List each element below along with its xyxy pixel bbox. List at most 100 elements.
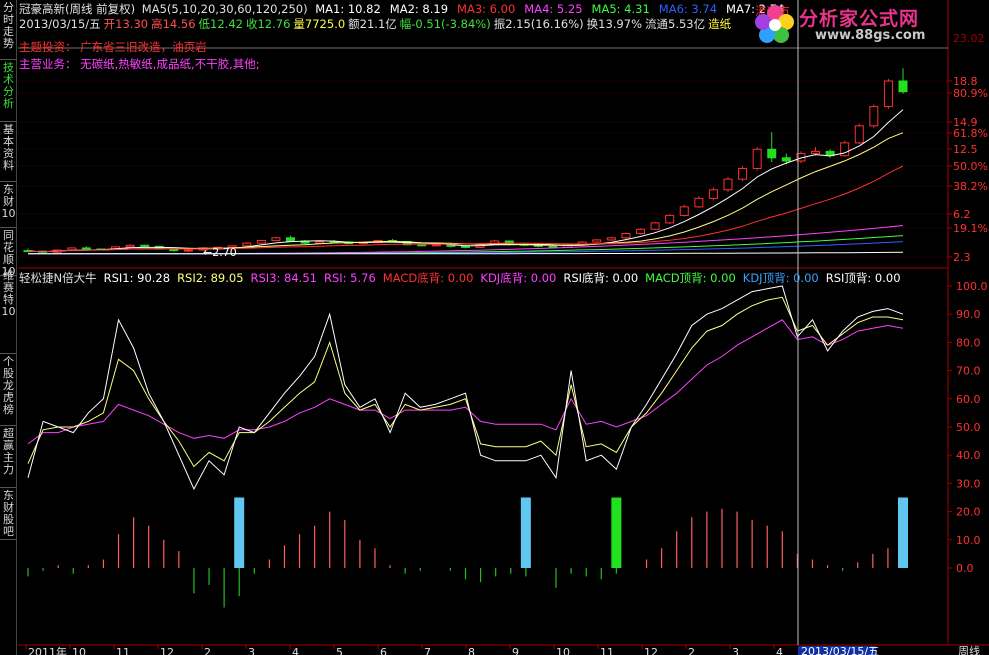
indicator-field-1: RSI1: 90.28 [103,271,171,285]
business-label: 主营业务： [19,57,77,71]
sidebar-tab-8[interactable]: 东财股吧 [0,488,17,540]
sidebar-tab-2[interactable]: 基本资料 [0,122,17,182]
date-label: 4 [292,646,299,655]
price-axis-label: 2.3 [953,251,971,264]
sidebar: 分时走势 技术分析 基本资料 东财10 同花顺10 维赛特10 个股龙虎榜 超赢主力 东财股吧 [0,0,17,655]
osc-axis-label: 50.0 [956,421,981,434]
indicator-field-3: RSI3: 84.51 [250,271,317,285]
candle-body [883,80,893,108]
theme-value: 广东省三旧改造，油页岩 [80,40,207,54]
ma-line-5 [28,235,904,255]
crosshair-date: 2013/03/15/五 [801,645,879,655]
osc-axis-label: 60.0 [956,393,981,406]
quote-field-8: 振2.15(16.16%) [493,17,584,31]
date-label: 2011年 [28,645,67,655]
candle-body [723,178,733,191]
indicator-field-9: KDJ顶背: 0.00 [742,271,819,285]
sidebar-tab-1[interactable]: 技术分析 [0,60,17,122]
quote-field-7: 幅-0.51(-3.84%) [399,17,491,31]
logo-title: 分析家公式网 [799,8,920,30]
indicator-field-10: RSI顶背: 0.00 [825,271,901,285]
date-label: 11 [600,646,614,655]
rsi3-line [27,319,904,445]
quote-line: 2013/03/15/五 开13.30 高14.56 低12.42 收12.76 量772… [19,17,734,31]
candle-body [286,237,295,242]
candle-body [140,244,150,247]
sidebar-tab-7[interactable]: 超赢主力 [0,426,17,488]
signal-bar-blue [898,497,908,568]
osc-axis-label: 90.0 [956,308,981,321]
candle-body [271,237,281,241]
price-axis-label: 61.8% [953,127,988,140]
signal-bar-blue [520,497,531,568]
ma-line-4 [28,225,904,255]
candle-body [650,222,660,230]
flower-icon [755,5,794,43]
sidebar-tab-0[interactable]: 分时走势 [0,0,17,60]
indicator-field-4: RSI: 5.76 [323,271,376,285]
quote-field-2: 高14.56 [151,17,196,31]
signal-bar-blue [234,497,245,568]
candle-body [781,157,791,162]
candle-body [854,125,864,144]
candle-body [242,242,252,247]
candle-body [431,244,441,247]
candle-body [767,148,777,159]
indicator-field-2: RSI2: 89.05 [177,271,244,285]
kline-chart[interactable]: 18.880.9%14.961.8%12.550.0%38.2%6.219.1%… [18,0,989,655]
date-label: 2 [204,646,211,655]
sidebar-tab-6[interactable]: 个股龙虎榜 [0,354,17,426]
ma-value-3: MA3: 6.00 [457,2,516,16]
date-label: 12 [160,646,174,655]
osc-axis-label: 40.0 [956,449,981,462]
osc-axis-label: 80.0 [956,336,981,349]
date-label: 5 [336,646,343,655]
indicator-field-8: MACD顶背: 0.00 [645,271,736,285]
date-label: 6 [380,646,387,655]
rsi1-line [27,285,904,491]
quote-field-1: 开13.30 [103,17,149,31]
date-label: 2 [688,646,695,655]
signal-bar-green [611,497,622,568]
date-label: 9 [512,646,519,655]
date-label: 3 [732,646,739,655]
osc-axis-label: 100.0 [956,280,988,293]
price-axis-label: 38.2% [953,180,988,193]
theme-label: 主题投资： [19,40,77,54]
business-line: 主营业务： 无碳纸,热敏纸,成品纸,不干胶,其他; [19,57,260,71]
price-axis-label: 19.1% [953,222,988,235]
osc-axis-label: 20.0 [956,506,981,519]
candle-body [256,239,266,244]
quote-field-11: 造纸 [708,17,732,31]
quote-field-9: 换13.97% [586,17,642,31]
ma-header: 冠豪高新(周线 前复权) MA5(5,10,20,30,60,120,250) … [19,2,789,16]
sidebar-tab-3[interactable]: 东财10 [0,182,17,228]
ma-value-2: MA2: 8.19 [389,2,449,16]
osc-axis-label: 0.0 [956,562,974,575]
quote-field-6: 额21.1亿 [348,17,397,31]
quote-field-4: 收12.76 [245,17,291,31]
candle-body [81,247,91,250]
candle-body [665,214,675,224]
candle-body [621,233,631,239]
candle-body [606,237,616,241]
date-label: 8 [468,646,475,655]
candle-body [636,228,645,235]
sidebar-tab-5[interactable]: 维赛特10 [0,268,17,354]
candle-body [417,244,427,247]
indicator-field-0: 轻松捷N倍大牛 [19,271,97,285]
date-label: 11 [116,646,130,655]
theme-line: 主题投资： 广东省三旧改造，油页岩 [19,40,207,54]
indicator-field-6: KDJ底背: 0.00 [480,271,557,285]
chart-area: 18.8 80.9% 14.9 61.8% 12.5 50.0% 38.2% 6.2 19.1%… [18,0,989,655]
candle-body [679,206,689,216]
price-axis-label: 12.5 [953,143,978,156]
candle-body [67,247,77,251]
ma-value-5: MA5: 4.31 [591,2,650,16]
date-label: 4 [776,646,783,655]
min-price-label: ←2.70 [203,246,237,259]
date-label: 12 [644,646,658,655]
period-label: 周线 [958,644,980,655]
ma-value-1: MA1: 10.82 [315,2,381,16]
candle-body [738,167,748,180]
